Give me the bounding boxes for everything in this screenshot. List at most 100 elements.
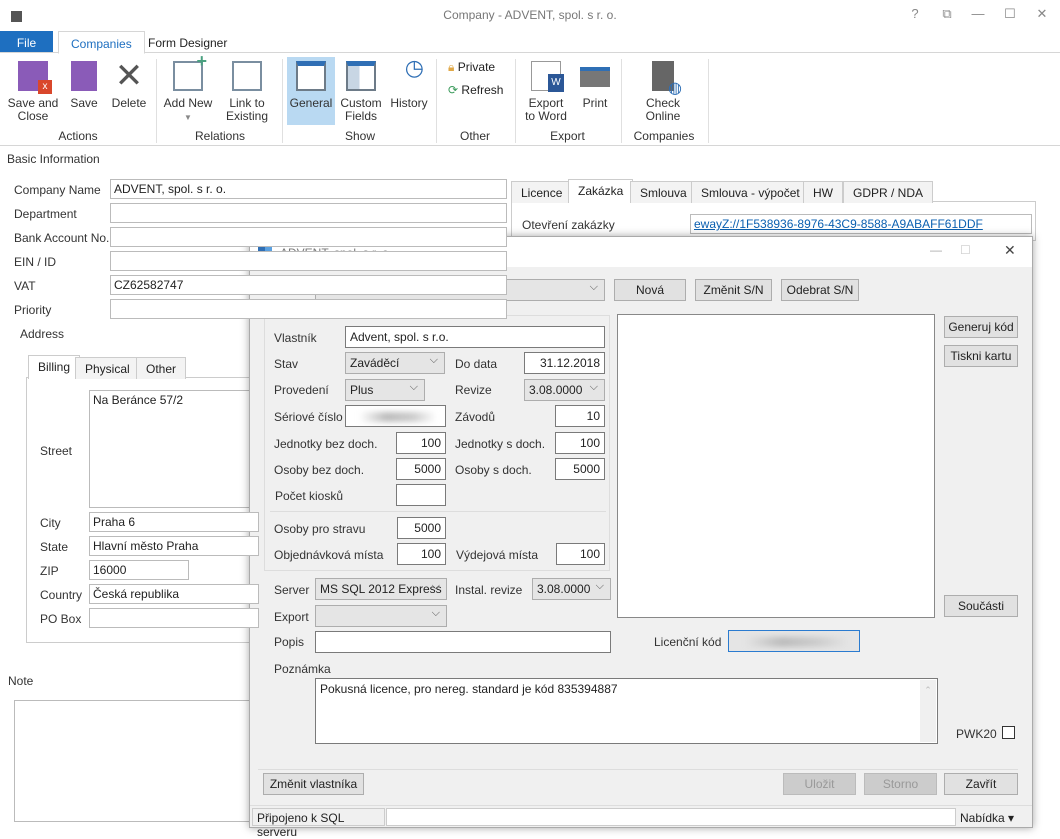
pwk20-checkbox[interactable] [1002, 726, 1015, 739]
group-show: Show [344, 129, 376, 143]
group-export: Export [550, 129, 585, 143]
delete-icon: ✕ [114, 57, 144, 95]
units-with-att-input[interactable]: 100 [555, 432, 605, 454]
field-input[interactable]: CZ62582747 [110, 275, 507, 295]
save-button[interactable]: Save [64, 61, 104, 110]
components-list[interactable] [617, 314, 935, 618]
label: Save and Close [7, 96, 59, 123]
label: Custom Fields [340, 96, 382, 123]
restore-ribbon-button[interactable]: ⧉ [937, 6, 957, 22]
print-card-button[interactable]: Tiskni kartu [944, 345, 1018, 367]
dialog-close-button[interactable]: ✕ [1004, 242, 1016, 259]
order-points-input[interactable]: 100 [397, 543, 446, 565]
tab-file[interactable]: File [0, 31, 53, 53]
link-to-existing-button[interactable]: Link to Existing [218, 61, 276, 123]
tab-form-designer[interactable]: Form Designer [136, 31, 239, 53]
tab-zak-zka[interactable]: Zakázka [568, 179, 634, 203]
tab-physical[interactable]: Physical [75, 357, 140, 379]
address-field-input[interactable] [89, 608, 259, 628]
general-button[interactable]: General [287, 57, 335, 125]
tab-gdpr-nda[interactable]: GDPR / NDA [843, 181, 934, 203]
status-select[interactable]: Zaváděcí [345, 352, 445, 374]
remove-sn-button[interactable]: Odebrat S/N [781, 279, 859, 301]
close-button[interactable]: Zavřít [944, 773, 1018, 795]
note-scrollbar[interactable]: ⌃ [920, 680, 936, 742]
tab-companies[interactable]: Companies [58, 31, 145, 54]
change-sn-button[interactable]: Změnit S/N [695, 279, 772, 301]
field-input[interactable] [110, 227, 507, 247]
new-button[interactable]: Nová [614, 279, 686, 301]
units-without-att-input[interactable]: 100 [396, 432, 446, 454]
export-to-word-button[interactable]: W Export to Word [522, 61, 570, 123]
valid-until-label: Do data [455, 357, 498, 371]
refresh-button[interactable]: ⟳ Refresh [448, 83, 503, 97]
export-select[interactable] [315, 605, 447, 627]
street-input[interactable]: Na Beránce 57/2 [89, 390, 259, 508]
custom-fields-button[interactable]: Custom Fields [338, 61, 384, 123]
persons-without-att-label: Osoby bez doch. [274, 463, 365, 477]
parts-button[interactable]: Součásti [944, 595, 1018, 617]
tab-hw[interactable]: HW [803, 181, 843, 203]
field-input[interactable] [110, 251, 507, 271]
save-and-close-button[interactable]: x Save and Close [6, 61, 60, 123]
print-button[interactable]: Print [576, 61, 614, 110]
note-textarea[interactable]: Pokusná licence, pro nereg. standard je … [315, 678, 938, 744]
menu-dropdown[interactable]: Nabídka ▾ [960, 811, 1014, 825]
address-field-input[interactable]: Česká republika [89, 584, 259, 604]
note-label: Note [8, 674, 34, 688]
field-input[interactable] [110, 299, 507, 319]
generate-code-button[interactable]: Generuj kód [944, 316, 1018, 338]
street-label: Street [40, 444, 73, 458]
change-owner-button[interactable]: Změnit vlastníka [263, 773, 364, 795]
owner-input[interactable]: Advent, spol. s r.o. [345, 326, 605, 348]
field-input[interactable]: ADVENT, spol. s r. o. [110, 179, 507, 199]
serial-number-input[interactable] [345, 405, 446, 427]
licence-code-input[interactable] [728, 630, 860, 652]
add-new-button[interactable]: + Add New ▼ [162, 52, 214, 124]
server-select[interactable]: MS SQL 2012 Express [315, 578, 447, 600]
delete-button[interactable]: ✕ Delete [108, 57, 150, 110]
kiosks-label: Počet kiosků [275, 489, 344, 503]
meal-persons-input[interactable]: 5000 [397, 517, 446, 539]
field-label: Priority [14, 303, 52, 317]
custom-fields-icon [346, 61, 376, 91]
address-field-input[interactable]: 16000 [89, 560, 189, 580]
tab-smlouva[interactable]: Smlouva [630, 181, 697, 203]
tab-smlouva-v-po-et[interactable]: Smlouva - výpočet [691, 181, 810, 203]
zakazka-link[interactable]: ewayZ://1F538936-8976-43C9-8588-A9ABAFF6… [690, 214, 1032, 234]
valid-until-input[interactable]: 31.12.2018 [524, 352, 605, 374]
units-without-att-label: Jednotky bez doch. [274, 437, 378, 451]
edition-select[interactable]: Plus [345, 379, 425, 401]
address-field-label: ZIP [40, 564, 59, 578]
close-button[interactable]: ✕ [1032, 6, 1052, 22]
note-input[interactable] [14, 700, 254, 822]
history-button[interactable]: ◷ History [388, 57, 430, 110]
field-label: Bank Account No. [14, 231, 110, 245]
dialog-maximize-button[interactable]: ☐ [960, 243, 971, 257]
tab-other[interactable]: Other [136, 357, 187, 379]
plants-input[interactable]: 10 [555, 405, 605, 427]
tab-licence[interactable]: Licence [511, 181, 573, 203]
window-title: Company - ADVENT, spol. s r. o. [443, 8, 617, 22]
private-button[interactable]: 🔒︎ Private [448, 60, 495, 75]
kiosks-input[interactable] [396, 484, 446, 506]
field-input[interactable] [110, 203, 507, 223]
install-revision-select[interactable]: 3.08.0000 [532, 578, 611, 600]
tab-billing[interactable]: Billing [28, 355, 81, 379]
help-button[interactable]: ? [905, 6, 925, 21]
persons-without-att-input[interactable]: 5000 [396, 458, 446, 480]
storno-button: Storno [864, 773, 937, 795]
minimize-button[interactable]: — [968, 6, 988, 21]
persons-with-att-input[interactable]: 5000 [555, 458, 605, 480]
install-revision-label: Instal. revize [455, 583, 523, 597]
maximize-button[interactable]: ☐ [1000, 6, 1020, 22]
dialog-minimize-button[interactable]: — [930, 243, 942, 257]
revision-select[interactable]: 3.08.0000 [524, 379, 605, 401]
address-field-input[interactable]: Praha 6 [89, 512, 259, 532]
address-field-label: State [40, 540, 69, 554]
check-online-button[interactable]: ◍ Check Online [638, 61, 688, 123]
address-field-input[interactable]: Hlavní město Praha [89, 536, 259, 556]
issue-points-input[interactable]: 100 [556, 543, 605, 565]
description-input[interactable] [315, 631, 611, 653]
ribbon: x Save and Close Save ✕ Delete + Add New… [0, 52, 1060, 146]
